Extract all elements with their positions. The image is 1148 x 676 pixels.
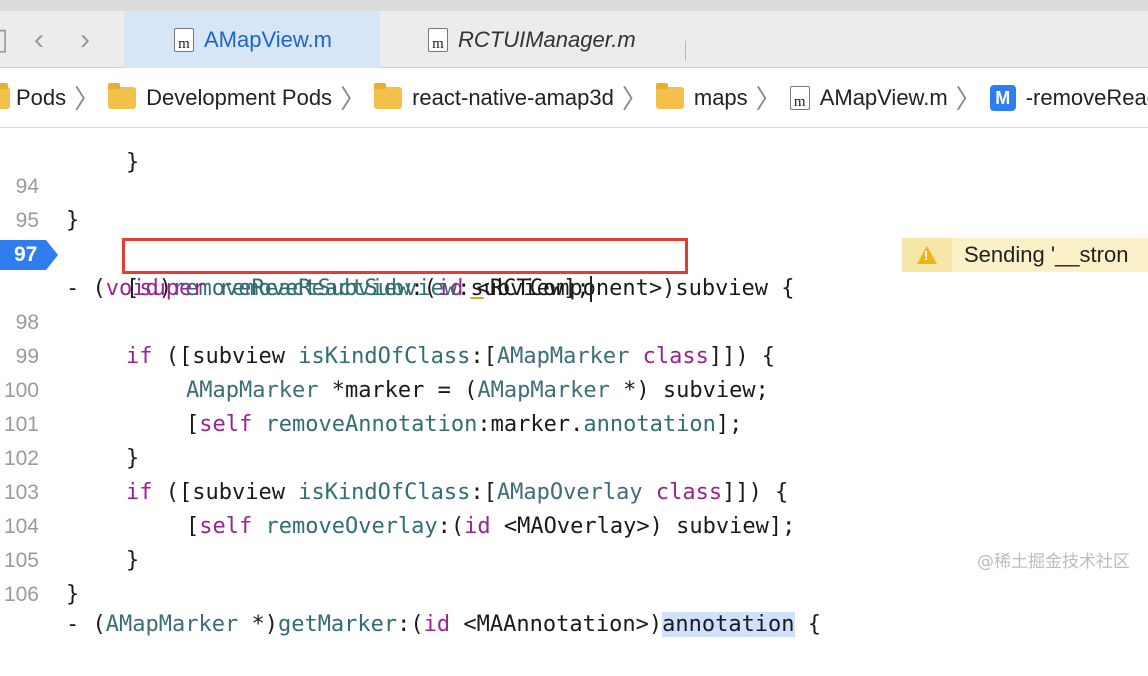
code-line: 105 } [3,549,80,607]
code-line: 94 } [15,175,80,233]
breadcrumb-item-react-native-amap3d[interactable]: react-native-amap3d [374,82,614,111]
file-m-icon: m [174,27,194,52]
code-line: 103 [self removeOverlay:(id <MAOverlay>)… [3,481,796,539]
warning-text: Sending '__stron [964,242,1129,267]
folder-icon [374,82,403,109]
tab-label: RCTUIManager.m [458,26,636,52]
code-line: 100 [self removeAnnotation:marker.annota… [3,379,743,437]
code-line: 102 if ([subview isKindOfClass:[AMapOver… [3,447,789,505]
chevron-right-icon: 〉 [621,84,648,114]
code-line: 96 - (void)removeReactSubview:(id <RCTCo… [16,243,795,301]
code-editor[interactable]: } 94 } 95 96 - (void)removeReactSubview:… [0,128,1148,637]
forward-button[interactable]: › [80,23,90,57]
file-m-icon: m [428,27,448,52]
code-line: 106 [3,583,39,606]
folder-icon [108,82,137,109]
tab-divider [685,41,686,61]
code-line: 104 } [3,515,140,573]
folder-icon [0,82,10,109]
file-m-icon: m [789,85,810,110]
breadcrumb-item-amapview[interactable]: m AMapView.m [789,85,948,111]
chevron-right-icon: 〉 [955,84,982,114]
chevron-right-icon: 〉 [340,84,367,114]
method-icon: M [989,84,1016,111]
watermark: @稀土掘金技术社区 [977,552,1130,572]
warning-banner[interactable]: ! Sending '__stron [902,238,1148,272]
tab-label: AMapView.m [204,26,332,52]
tab-rctuimanager[interactable]: m RCTUIManager.m [428,11,678,68]
code-line: 101 } [3,413,140,471]
back-button[interactable]: ‹ [34,23,44,57]
code-line: 98 if ([subview isKindOfClass:[AMapMarke… [15,311,776,369]
breadcrumb-item-method[interactable]: M -removeReact [989,84,1148,111]
code-line: - (AMapMarker *)getMarker:(id <MAAnnotat… [66,612,822,637]
sidebar-toggle-icon[interactable]: ▯ [0,23,9,57]
warning-icon: ! [902,238,952,272]
breadcrumb-item-pods[interactable]: Pods [0,82,66,111]
chevron-right-icon: 〉 [74,84,101,114]
breadcrumb-item-development-pods[interactable]: Development Pods [108,82,332,111]
tab-amapview[interactable]: m AMapView.m [124,11,380,68]
folder-icon [655,82,684,109]
chevron-right-icon: 〉 [755,84,782,114]
breadcrumb-item-maps[interactable]: maps [655,82,748,111]
code-line: 95 [15,209,39,232]
code-line: 99 AMapMarker *marker = (AMapMarker *) s… [15,345,769,403]
tab-bar: ▯ ‹ › m AMapView.m m RCTUIManager.m [0,0,1148,68]
